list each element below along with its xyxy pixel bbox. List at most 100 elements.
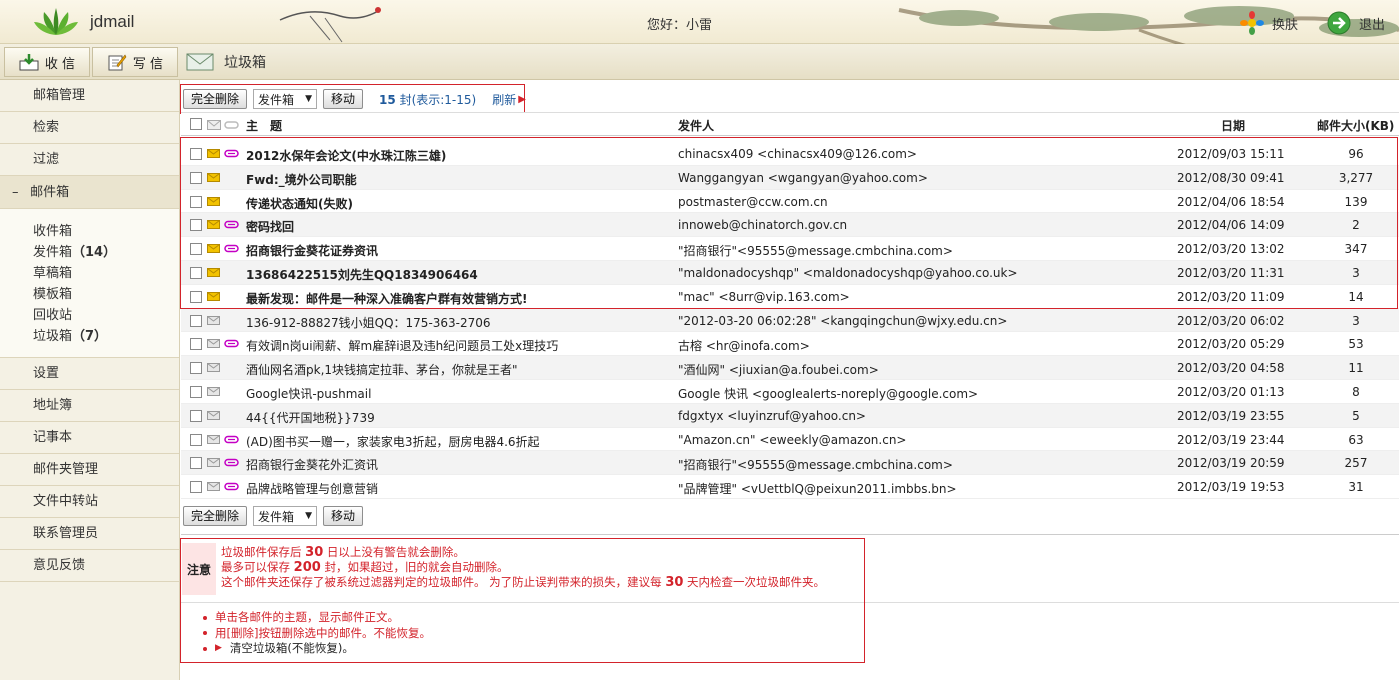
sidebar-item-notes[interactable]: 记事本 bbox=[0, 422, 179, 454]
table-row[interactable]: 品牌战略管理与创意营销 "品牌管理" <vUettblQ@peixun2011.i… bbox=[181, 475, 1399, 499]
mail-subject[interactable]: 最新发现：邮件是一种深入准确客户群有效营销方式! bbox=[246, 290, 666, 307]
sidebar-item-contact-admin[interactable]: 联系管理员 bbox=[0, 518, 179, 550]
unread-envelope-icon bbox=[207, 220, 220, 230]
mail-subject[interactable]: 13686422515刘先生QQ1834906464 bbox=[246, 266, 666, 283]
sidebar-item-filter[interactable]: 过滤 bbox=[0, 144, 179, 176]
mail-date: 2012/03/20 13:02 bbox=[1177, 242, 1285, 257]
row-checkbox[interactable] bbox=[190, 481, 202, 494]
mail-subject[interactable]: 招商银行金葵花外汇资讯 bbox=[246, 456, 666, 473]
change-skin-button[interactable]: 换肤 bbox=[1240, 10, 1298, 36]
mail-size: 11 bbox=[1348, 361, 1364, 376]
row-checkbox[interactable] bbox=[190, 243, 202, 256]
move-target-select[interactable]: 发件箱 ▼ bbox=[253, 89, 318, 109]
chevron-down-icon: ▼ bbox=[305, 511, 313, 521]
mail-subject[interactable]: 2012水保年会论文(中水珠江陈三雄) bbox=[246, 147, 666, 164]
table-row[interactable]: 传递状态通知(失败) postmaster@ccw.com.cn 2012/04/0… bbox=[181, 190, 1399, 214]
sidebar-item-search[interactable]: 检索 bbox=[0, 112, 179, 144]
top-header: jdmail 您好：小雷 换肤 退出 bbox=[0, 0, 1399, 72]
mail-date: 2012/03/19 23:55 bbox=[1177, 408, 1285, 423]
row-checkbox[interactable] bbox=[190, 362, 202, 375]
folder-inbox[interactable]: 收件箱 bbox=[33, 221, 179, 242]
move-target-select-bottom[interactable]: 发件箱 ▼ bbox=[253, 506, 318, 526]
row-checkbox[interactable] bbox=[190, 290, 202, 303]
bullet-icon bbox=[203, 646, 207, 651]
unread-envelope-icon bbox=[207, 172, 220, 182]
crane-decoration-icon bbox=[279, 7, 381, 43]
table-row[interactable]: 44{{代开国地税}}739 fdgxtyx <luyinzruf@yahoo.c… bbox=[181, 403, 1399, 428]
row-checkbox[interactable] bbox=[190, 409, 202, 422]
sidebar-section-mailboxes[interactable]: – 邮件箱 bbox=[0, 176, 179, 209]
select-all-checkbox[interactable] bbox=[190, 118, 202, 130]
sidebar-item-settings[interactable]: 设置 bbox=[0, 358, 179, 390]
row-checkbox[interactable] bbox=[190, 171, 202, 184]
column-date[interactable]: 日期 bbox=[1221, 117, 1245, 134]
mail-subject[interactable]: 136-912-88827钱小姐QQ：175-363-2706 bbox=[246, 314, 666, 331]
tip-text: 单击各邮件的主题，显示邮件正文。 bbox=[215, 610, 399, 624]
mail-subject[interactable]: 酒仙网名酒pk,1块钱搞定拉菲、茅台，你就是王者" bbox=[246, 361, 666, 378]
mail-date: 2012/03/20 11:31 bbox=[1177, 265, 1285, 280]
sidebar-item-file-transfer[interactable]: 文件中转站 bbox=[0, 486, 179, 518]
attachment-icon bbox=[224, 221, 239, 229]
folder-recycle[interactable]: 回收站 bbox=[33, 305, 179, 326]
row-checkbox[interactable] bbox=[190, 148, 202, 160]
folder-label: 模板箱 bbox=[33, 287, 73, 302]
mail-subject[interactable]: Fwd:_境外公司职能 bbox=[246, 171, 666, 188]
row-checkbox[interactable] bbox=[190, 385, 202, 398]
sidebar-item-address-book[interactable]: 地址簿 bbox=[0, 390, 179, 422]
mail-subject[interactable]: 有效调n岗ui闹薪、解m雇辞i退及违h纪问题员工处x理技巧 bbox=[246, 337, 666, 354]
write-mail-button[interactable]: 写 信 bbox=[92, 47, 178, 77]
column-size[interactable]: 邮件大小(KB) bbox=[1317, 117, 1394, 134]
table-row[interactable]: 136-912-88827钱小姐QQ：175-363-2706 "2012-03-… bbox=[181, 308, 1399, 333]
unread-envelope-icon bbox=[207, 244, 220, 254]
row-checkbox[interactable] bbox=[190, 338, 202, 351]
mail-subject[interactable]: (AD)图书买一赠一，家装家电3折起，厨房电器4.6折起 bbox=[246, 433, 666, 450]
empty-spam-link[interactable]: 清空垃圾箱(不能恢复)。 bbox=[230, 641, 354, 657]
folder-templates[interactable]: 模板箱 bbox=[33, 284, 179, 305]
row-checkbox[interactable] bbox=[190, 266, 202, 279]
mail-subject[interactable]: 品牌战略管理与创意营销 bbox=[246, 480, 666, 497]
folder-spam[interactable]: 垃圾箱（7） bbox=[33, 326, 179, 347]
mail-subject[interactable]: 44{{代开国地税}}739 bbox=[246, 409, 666, 426]
table-row[interactable]: Fwd:_境外公司职能 Wanggangyan <wgangyan@yahoo.c… bbox=[181, 165, 1399, 190]
mail-size: 5 bbox=[1352, 408, 1360, 423]
attachment-icon bbox=[224, 435, 239, 443]
row-checkbox[interactable] bbox=[190, 433, 202, 446]
table-row[interactable]: (AD)图书买一赠一，家装家电3折起，厨房电器4.6折起 "Amazon.cn" … bbox=[181, 428, 1399, 452]
table-row[interactable]: 酒仙网名酒pk,1块钱搞定拉菲、茅台，你就是王者" "酒仙网" <jiuxian@… bbox=[181, 356, 1399, 380]
table-row[interactable]: 招商银行金葵花外汇资讯 "招商银行"<95555@message.cmbchina… bbox=[181, 451, 1399, 476]
sidebar-item-feedback[interactable]: 意见反馈 bbox=[0, 550, 179, 582]
mail-date: 2012/03/19 20:59 bbox=[1177, 456, 1285, 471]
folder-drafts[interactable]: 草稿箱 bbox=[33, 263, 179, 284]
mail-date: 2012/08/30 09:41 bbox=[1177, 170, 1285, 185]
sidebar-item-mailbox-manage[interactable]: 邮箱管理 bbox=[0, 80, 179, 112]
sidebar-item-folder-manage[interactable]: 邮件夹管理 bbox=[0, 454, 179, 486]
table-row[interactable]: 最新发现：邮件是一种深入准确客户群有效营销方式! "mac" <8urr@vip.… bbox=[181, 285, 1399, 309]
table-row[interactable]: 有效调n岗ui闹薪、解m雇辞i退及违h纪问题员工处x理技巧 古榕 <hr@inof… bbox=[181, 332, 1399, 357]
permanent-delete-button-bottom[interactable]: 完全删除 bbox=[183, 506, 248, 526]
play-triangle-icon: ▶ bbox=[215, 643, 222, 653]
mail-list-panel: 完全删除 发件箱 ▼ 移动 15 封(表示:1-15) 刷新 ▶ 主 题 发件人 … bbox=[180, 80, 1399, 680]
table-row[interactable]: Google快讯-pushmail Google 快讯 <googlealerts… bbox=[181, 380, 1399, 404]
move-button-bottom[interactable]: 移动 bbox=[323, 506, 364, 526]
row-checkbox[interactable] bbox=[190, 195, 202, 208]
table-row[interactable]: 13686422515刘先生QQ1834906464 "maldonadocysh… bbox=[181, 260, 1399, 285]
logout-button[interactable]: 退出 bbox=[1327, 10, 1385, 36]
mail-subject[interactable]: 招商银行金葵花证券资讯 bbox=[246, 242, 666, 259]
folder-sent[interactable]: 发件箱（14） bbox=[33, 242, 179, 263]
move-button[interactable]: 移动 bbox=[323, 89, 364, 109]
column-from[interactable]: 发件人 bbox=[678, 117, 714, 134]
receive-mail-button[interactable]: 收 信 bbox=[4, 47, 90, 77]
row-checkbox[interactable] bbox=[190, 314, 202, 327]
table-row[interactable]: 2012水保年会论文(中水珠江陈三雄) chinacsx409 <chinacsx… bbox=[181, 142, 1399, 166]
row-checkbox[interactable] bbox=[190, 457, 202, 470]
column-subject[interactable]: 主 题 bbox=[246, 117, 282, 134]
table-row[interactable]: 密码找回 innoweb@chinatorch.gov.cn 2012/04/06 … bbox=[181, 213, 1399, 238]
refresh-link[interactable]: 刷新 ▶ bbox=[492, 91, 526, 108]
row-checkbox[interactable] bbox=[190, 219, 202, 232]
table-row[interactable]: 招商银行金葵花证券资讯 "招商银行"<95555@message.cmbchina… bbox=[181, 237, 1399, 261]
mail-subject[interactable]: 传递状态通知(失败) bbox=[246, 195, 666, 212]
tip-item: 单击各邮件的主题，显示邮件正文。 bbox=[203, 610, 431, 626]
mail-subject[interactable]: Google快讯-pushmail bbox=[246, 385, 666, 402]
mail-subject[interactable]: 密码找回 bbox=[246, 218, 666, 235]
permanent-delete-button[interactable]: 完全删除 bbox=[183, 89, 248, 109]
